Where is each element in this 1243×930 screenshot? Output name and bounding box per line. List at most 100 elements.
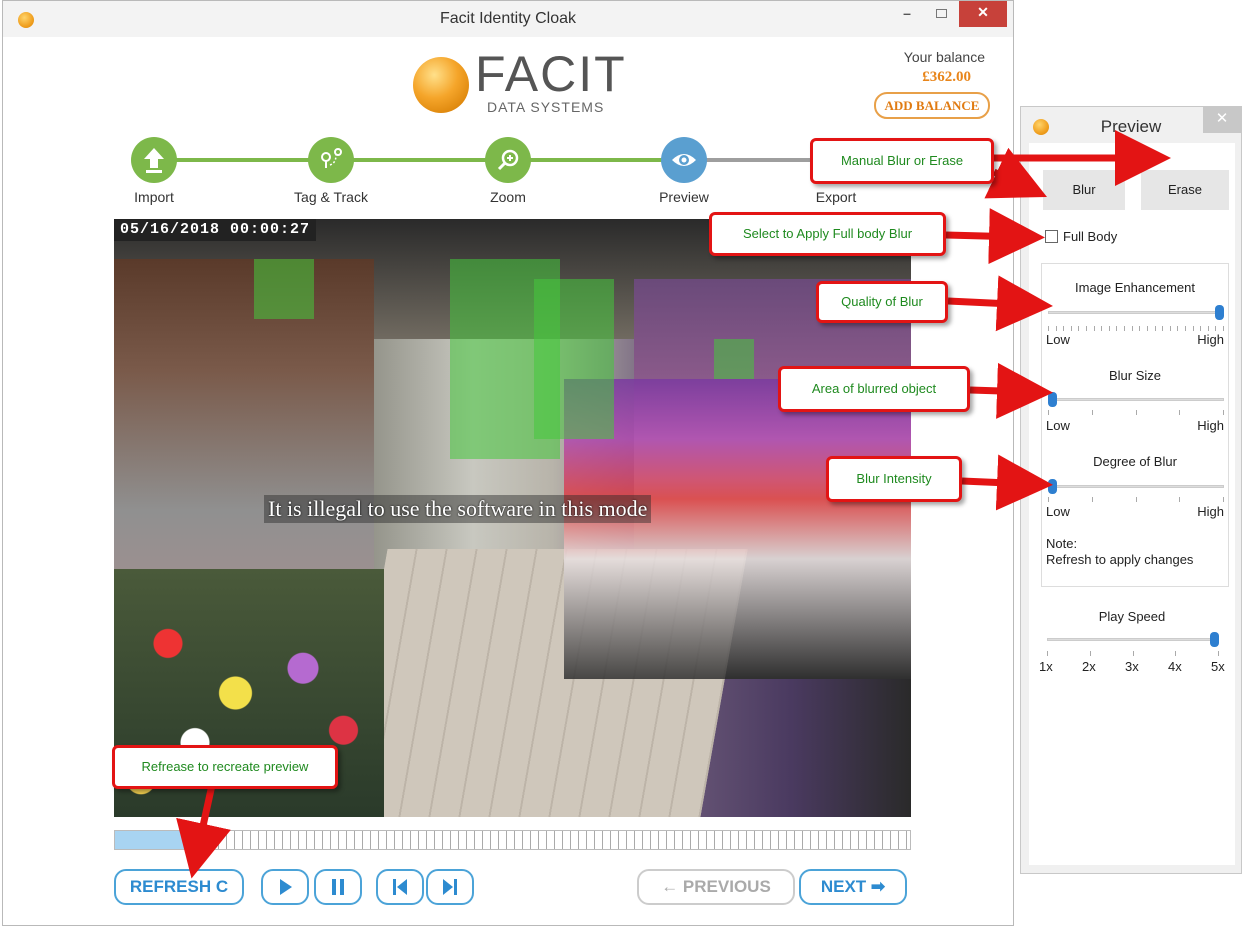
play-speed-track[interactable] [1047, 638, 1219, 641]
zoom-icon [497, 149, 519, 171]
video-preview[interactable]: 05/16/2018 00:00:27 It is illegal to use… [114, 219, 911, 817]
slider-tick [1215, 326, 1216, 331]
logo-subtitle: DATA SYSTEMS [487, 99, 605, 115]
preview-panel: Preview ✕ Blur Erase Full Body Image Enh… [1020, 106, 1242, 874]
step-export-label: Export [815, 189, 857, 205]
play-speed-option[interactable]: 1x [1039, 659, 1053, 674]
erase-button[interactable]: Erase [1141, 170, 1229, 210]
slider-tick [1223, 326, 1224, 331]
slider-tick [1048, 410, 1049, 415]
slider-tick [1092, 497, 1093, 502]
blur-size-ticks [1048, 410, 1224, 415]
slider-tick [1063, 326, 1064, 331]
slider-tick [1047, 651, 1048, 656]
balance-amount: £362.00 [922, 69, 971, 85]
image-enhancement-high: High [1197, 332, 1224, 347]
slider-tick [1208, 326, 1209, 331]
next-button[interactable]: NEXT ➡ [799, 869, 907, 905]
slider-tick [1177, 326, 1178, 331]
maximize-icon [935, 9, 947, 18]
slider-tick [1200, 326, 1201, 331]
panel-close-button[interactable]: ✕ [1203, 107, 1241, 133]
annotation-area: Area of blurred object [778, 366, 970, 412]
timeline-progress [115, 831, 187, 849]
slider-tick [1109, 326, 1110, 331]
blur-size-thumb[interactable] [1048, 392, 1057, 407]
slider-tick [1092, 410, 1093, 415]
slider-tick [1048, 497, 1049, 502]
video-center-shelf [564, 379, 911, 679]
panel-title-bar: Preview ✕ [1021, 107, 1241, 143]
step-import[interactable] [131, 137, 177, 183]
image-enhancement-low: Low [1046, 332, 1070, 347]
blur-overlay [534, 279, 614, 439]
image-enhancement-track[interactable] [1048, 311, 1224, 314]
image-enhancement-thumb[interactable] [1215, 305, 1224, 320]
slider-tick [1116, 326, 1117, 331]
image-enhancement-label: Image Enhancement [1075, 280, 1195, 295]
eye-icon [672, 154, 696, 166]
annotation-quality: Quality of Blur [816, 281, 948, 323]
previous-button[interactable]: ← PREVIOUS [637, 869, 795, 905]
step-tag-track[interactable] [308, 137, 354, 183]
step-preview-label: Preview [659, 189, 709, 205]
full-body-checkbox[interactable] [1045, 230, 1058, 243]
slider-tick [1124, 326, 1125, 331]
slider-tick [1056, 326, 1057, 331]
window-title: Facit Identity Cloak [439, 10, 577, 27]
blur-settings-group: Image Enhancement Low High Blur Size Low… [1041, 263, 1229, 587]
play-speed-option[interactable]: 3x [1125, 659, 1139, 674]
skip-forward-icon [443, 879, 457, 895]
upload-icon [144, 148, 164, 173]
minimize-button[interactable]: – [893, 1, 921, 27]
degree-of-blur-ticks [1048, 497, 1224, 502]
add-balance-button[interactable]: ADD BALANCE [874, 92, 990, 119]
slider-tick [1193, 326, 1194, 331]
degree-of-blur-track[interactable] [1048, 485, 1224, 488]
slider-tick [1185, 326, 1186, 331]
blur-size-track[interactable] [1048, 398, 1224, 401]
step-import-label: Import [134, 189, 174, 205]
title-bar: Facit Identity Cloak – ✕ [3, 1, 1013, 37]
blur-size-label: Blur Size [1108, 368, 1162, 383]
degree-of-blur-thumb[interactable] [1048, 479, 1057, 494]
slider-tick [1071, 326, 1072, 331]
tag-track-icon [321, 148, 342, 168]
step-zoom-label: Zoom [490, 189, 526, 205]
play-speed-option[interactable]: 2x [1082, 659, 1096, 674]
step-tag-track-label: Tag & Track [294, 189, 368, 205]
image-enhancement-ticks [1048, 326, 1224, 331]
slider-tick [1086, 326, 1087, 331]
play-speed-option[interactable]: 4x [1168, 659, 1182, 674]
timeline-scrubber[interactable] [114, 830, 911, 850]
pause-icon [332, 879, 344, 895]
step-zoom[interactable] [485, 137, 531, 183]
annotation-refresh: Refrease to recreate preview [112, 745, 338, 789]
refresh-button[interactable]: REFRESH C [114, 869, 244, 905]
previous-frame-button[interactable] [376, 869, 424, 905]
maximize-button[interactable] [927, 1, 955, 27]
slider-tick [1133, 651, 1134, 656]
play-button[interactable] [261, 869, 309, 905]
degree-of-blur-low: Low [1046, 504, 1070, 519]
play-speed-thumb[interactable] [1210, 632, 1219, 647]
slider-tick [1223, 497, 1224, 502]
degree-of-blur-label: Degree of Blur [1093, 454, 1177, 469]
timeline-handle[interactable] [187, 834, 200, 847]
close-button[interactable]: ✕ [959, 1, 1007, 27]
video-timestamp: 05/16/2018 00:00:27 [114, 219, 317, 241]
blur-button[interactable]: Blur [1043, 170, 1125, 210]
blur-overlay [254, 259, 314, 319]
skip-back-icon [393, 879, 407, 895]
video-watermark: It is illegal to use the software in thi… [264, 495, 652, 523]
pause-button[interactable] [314, 869, 362, 905]
facit-logo-icon [413, 57, 469, 113]
play-speed-option[interactable]: 5x [1211, 659, 1225, 674]
slider-tick [1101, 326, 1102, 331]
slider-tick [1218, 651, 1219, 656]
next-frame-button[interactable] [426, 869, 474, 905]
step-preview[interactable] [661, 137, 707, 183]
note-title: Note: [1046, 536, 1078, 551]
slider-tick [1223, 410, 1224, 415]
blur-size-high: High [1197, 418, 1224, 433]
